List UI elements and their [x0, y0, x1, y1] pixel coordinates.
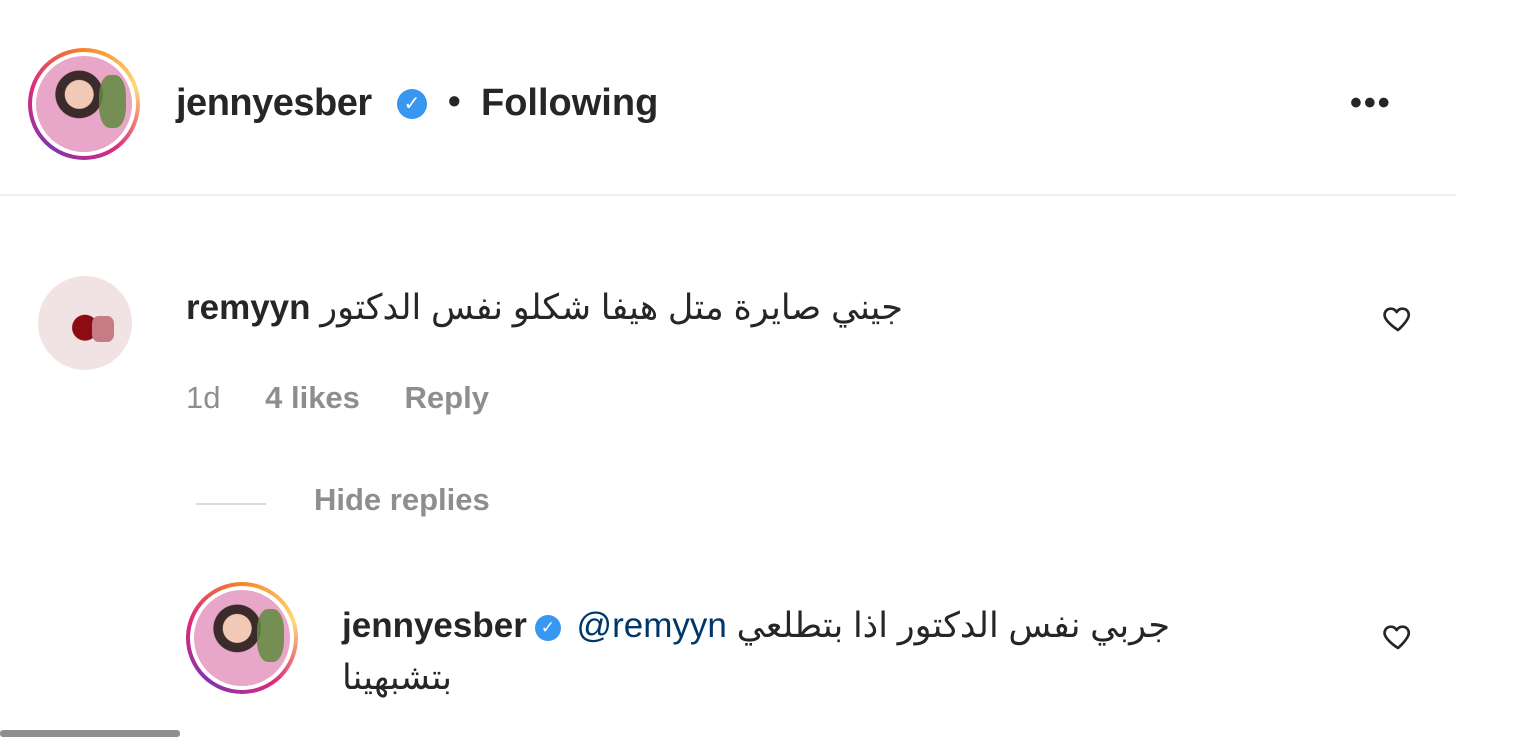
- instagram-comments-panel: jennyesber ✓ • Following ••• remyyn جيني…: [0, 0, 1536, 737]
- hide-replies-button[interactable]: Hide replies: [314, 482, 490, 518]
- comment-line: remyyn جيني صايرة متل هيفا شكلو نفس الدك…: [186, 284, 1386, 332]
- reply-text-line1: جربي نفس الدكتور اذا بتطلعي: [736, 606, 1171, 645]
- horizontal-scrollbar[interactable]: [0, 730, 180, 737]
- reply-line: jennyesber ✓ @remyyn جربي نفس الدكتور اذا…: [342, 602, 1342, 650]
- comment-text: جيني صايرة متل هيفا شكلو نفس الدكتور: [320, 288, 903, 327]
- header-avatar-photo: [36, 56, 132, 152]
- following-button[interactable]: Following: [481, 82, 658, 125]
- heart-outline-icon[interactable]: [1382, 302, 1414, 334]
- header-username[interactable]: jennyesber: [176, 82, 372, 125]
- mention-link[interactable]: @remyyn: [577, 606, 727, 645]
- comment-time: 1d: [186, 380, 221, 415]
- heart-outline-icon[interactable]: [1382, 620, 1414, 652]
- post-header: jennyesber ✓ • Following •••: [0, 0, 1456, 196]
- more-options-icon[interactable]: •••: [1350, 84, 1392, 123]
- header-separator: •: [448, 80, 461, 121]
- header-avatar[interactable]: [28, 48, 140, 160]
- verified-badge-icon: ✓: [397, 89, 427, 119]
- verified-badge-icon: ✓: [534, 614, 561, 641]
- header-divider: [0, 194, 1456, 196]
- commenter-avatar[interactable]: [38, 276, 132, 370]
- replier-avatar[interactable]: [186, 582, 298, 694]
- replier-avatar-photo: [194, 590, 290, 686]
- comment-likes[interactable]: 4 likes: [265, 380, 360, 415]
- hide-replies-line: [196, 503, 266, 505]
- replier-username[interactable]: jennyesber: [342, 606, 527, 645]
- comment-meta: 1d 4 likes Reply: [186, 380, 525, 420]
- reply-text-line2: بتشبهينا: [342, 658, 453, 697]
- replier-avatar-border: [190, 586, 294, 690]
- commenter-username[interactable]: remyyn: [186, 288, 311, 327]
- header-avatar-border: [32, 52, 136, 156]
- reply-button[interactable]: Reply: [405, 380, 489, 415]
